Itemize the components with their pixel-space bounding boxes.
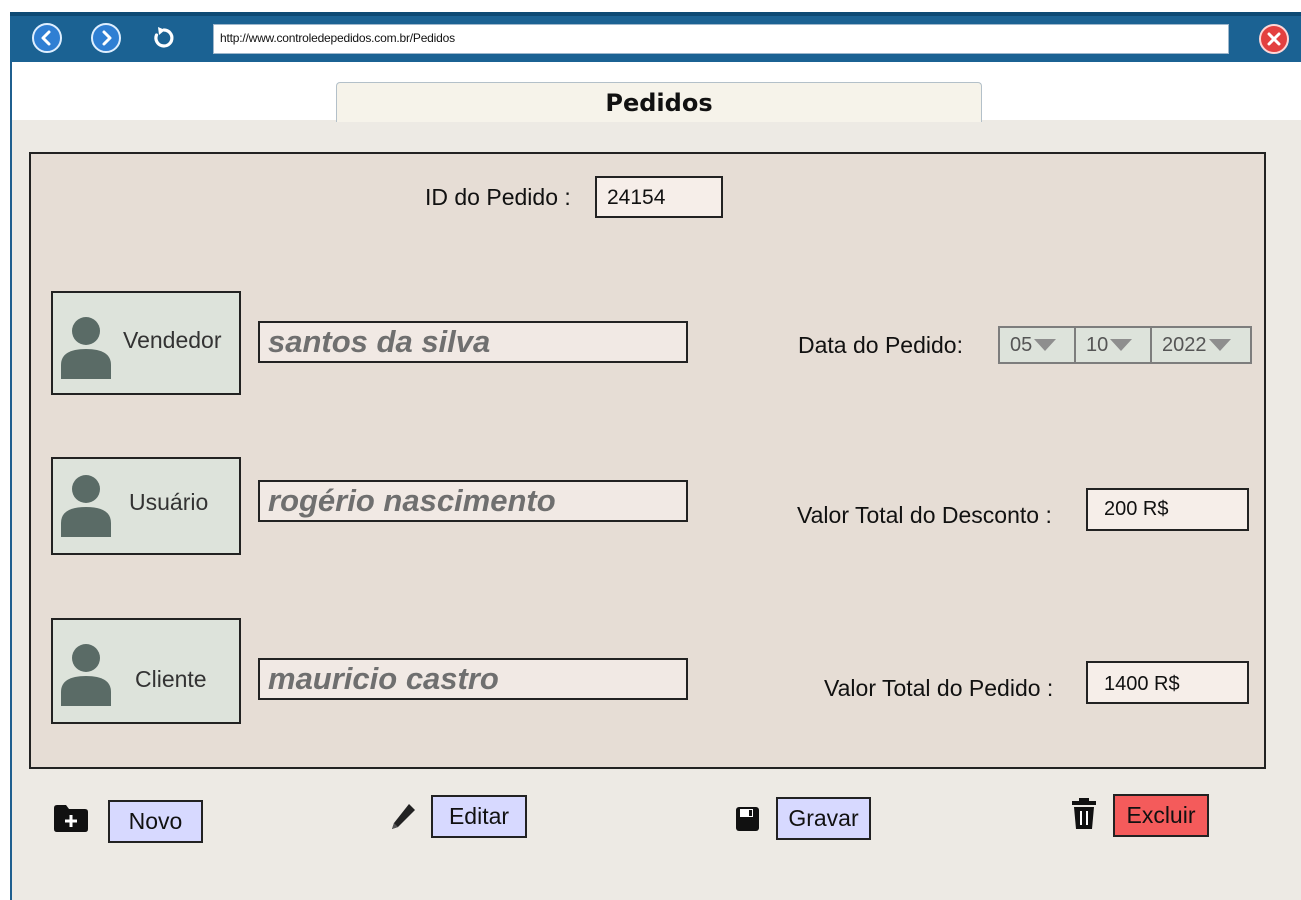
back-button[interactable] bbox=[32, 23, 62, 53]
cliente-label: Cliente bbox=[135, 666, 207, 692]
pencil-icon[interactable] bbox=[389, 802, 417, 832]
close-button[interactable] bbox=[1259, 24, 1289, 54]
month-value: 10 bbox=[1086, 333, 1109, 356]
order-id-label: ID do Pedido : bbox=[425, 184, 571, 210]
usuario-field[interactable]: rogério nascimento bbox=[258, 480, 688, 522]
reload-button[interactable] bbox=[149, 23, 179, 53]
order-date-picker: 05 10 2022 bbox=[998, 326, 1252, 364]
usuario-button[interactable]: Usuário bbox=[51, 457, 241, 555]
chevron-down-icon bbox=[1110, 339, 1133, 351]
tab-pedidos[interactable]: Pedidos bbox=[336, 82, 982, 122]
close-icon bbox=[1267, 32, 1281, 46]
cliente-button[interactable]: Cliente bbox=[51, 618, 241, 724]
person-icon bbox=[61, 644, 111, 706]
editar-button[interactable]: Editar bbox=[431, 795, 527, 838]
person-icon bbox=[61, 475, 111, 537]
day-select[interactable]: 05 bbox=[1000, 328, 1076, 362]
vendedor-label: Vendedor bbox=[123, 327, 222, 353]
vendedor-button[interactable]: Vendedor bbox=[51, 291, 241, 395]
order-date-label: Data do Pedido: bbox=[798, 332, 963, 358]
forward-icon bbox=[102, 30, 112, 46]
vendedor-field[interactable]: santos da silva bbox=[258, 321, 688, 363]
total-field[interactable]: 1400 R$ bbox=[1086, 661, 1249, 704]
browser-toolbar: http://www.controledepedidos.com.br/Pedi… bbox=[10, 12, 1301, 62]
month-select[interactable]: 10 bbox=[1076, 328, 1152, 362]
gravar-button[interactable]: Gravar bbox=[776, 797, 871, 840]
year-value: 2022 bbox=[1162, 333, 1207, 356]
url-bar[interactable]: http://www.controledepedidos.com.br/Pedi… bbox=[213, 24, 1229, 54]
year-select[interactable]: 2022 bbox=[1152, 328, 1250, 362]
forward-button[interactable] bbox=[91, 23, 121, 53]
save-icon[interactable] bbox=[735, 806, 760, 832]
discount-field[interactable]: 200 R$ bbox=[1086, 488, 1249, 531]
discount-label: Valor Total do Desconto : bbox=[797, 502, 1052, 528]
trash-icon[interactable] bbox=[1070, 797, 1098, 831]
chevron-down-icon bbox=[1208, 339, 1231, 351]
total-label: Valor Total do Pedido : bbox=[824, 675, 1054, 701]
reload-icon bbox=[154, 27, 174, 48]
day-value: 05 bbox=[1010, 333, 1033, 356]
folder-add-icon[interactable] bbox=[53, 803, 89, 833]
back-icon bbox=[41, 30, 51, 46]
cliente-field[interactable]: mauricio castro bbox=[258, 658, 688, 700]
usuario-label: Usuário bbox=[129, 489, 209, 515]
chevron-down-icon bbox=[1034, 339, 1057, 351]
novo-button[interactable]: Novo bbox=[108, 800, 203, 843]
excluir-button[interactable]: Excluir bbox=[1113, 794, 1209, 837]
order-id-field[interactable]: 24154 bbox=[595, 176, 723, 218]
person-icon bbox=[61, 317, 111, 379]
